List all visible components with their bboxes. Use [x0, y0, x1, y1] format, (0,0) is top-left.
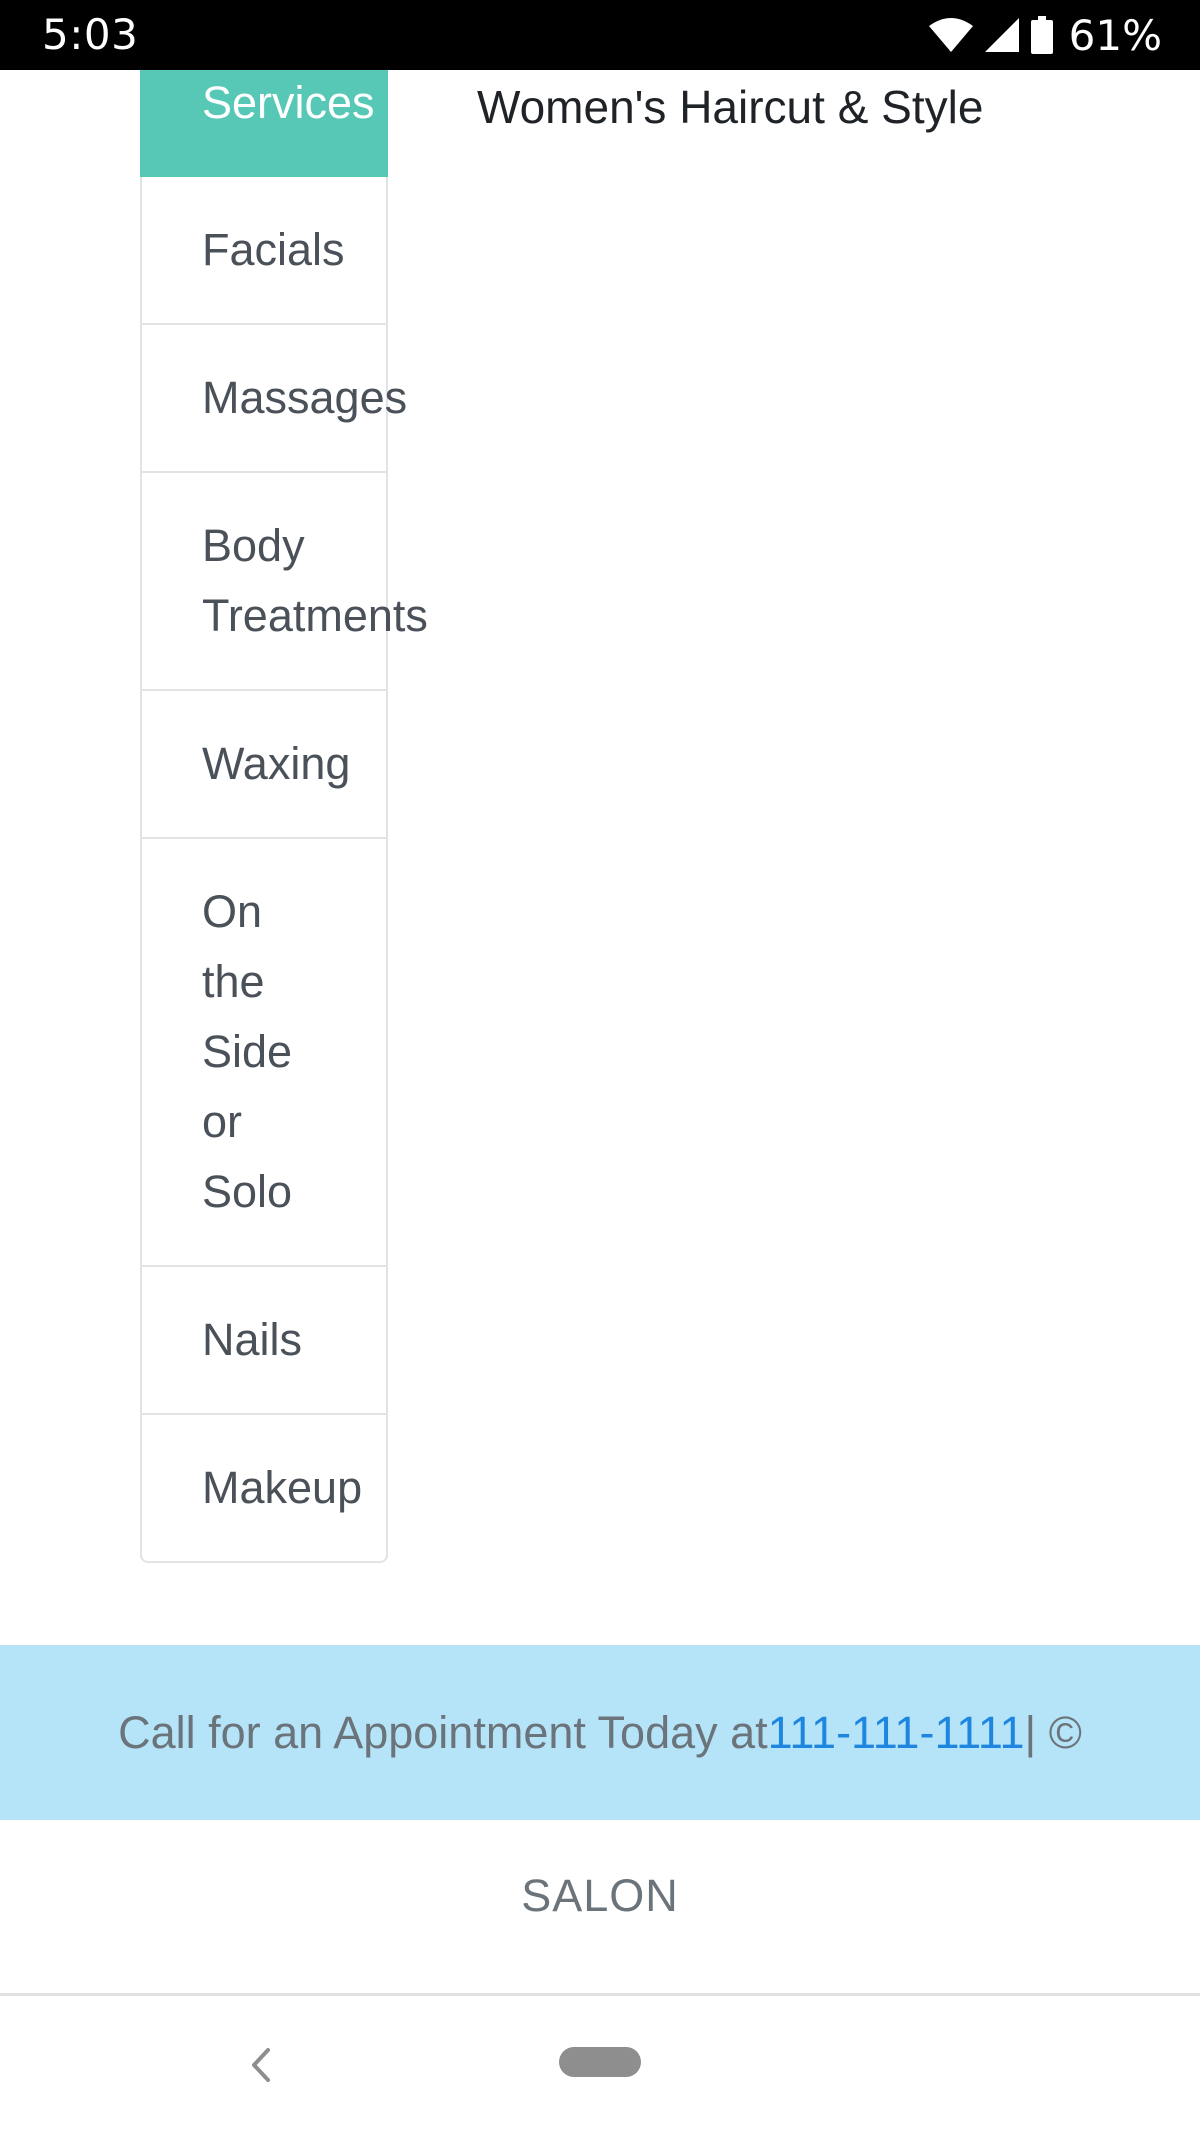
status-time: 5:03: [42, 10, 139, 59]
menu-item-label: Services: [202, 77, 375, 128]
menu-item-label: Nails: [202, 1314, 303, 1365]
appointment-text: Call for an Appointment Today at: [118, 1706, 768, 1758]
menu-item-label-line: On: [202, 886, 263, 937]
menu-item-label: Facials: [202, 224, 345, 275]
menu-item-label-line: Solo: [202, 1166, 293, 1217]
menu-item-label: Makeup: [202, 1462, 363, 1513]
menu-item-massages[interactable]: Massages: [140, 325, 407, 473]
menu-item-makeup[interactable]: Makeup: [140, 1415, 388, 1563]
services-menu: Services Facials Massages Body Treatment…: [140, 70, 428, 1563]
service-title: Women's Haircut & Style: [477, 81, 984, 133]
status-icons: 61%: [928, 10, 1162, 60]
cellular-signal-icon: [984, 18, 1019, 52]
menu-item-on-the-side-or-solo[interactable]: On the Side or Solo: [140, 839, 388, 1267]
menu-item-facials[interactable]: Facials: [140, 177, 388, 325]
menu-item-services[interactable]: Services: [140, 70, 388, 177]
appointment-banner: Call for an Appointment Today at 111-111…: [0, 1645, 1200, 1820]
wifi-icon: [928, 18, 973, 52]
menu-item-label-line: the: [202, 956, 265, 1007]
menu-item-label-line: Treatments: [202, 590, 428, 641]
battery-icon: [1030, 16, 1053, 54]
status-bar: 5:03 61%: [0, 0, 1200, 70]
menu-item-nails[interactable]: Nails: [140, 1267, 388, 1415]
menu-item-label-line: or: [202, 1096, 243, 1147]
copyright-text: | ©: [1024, 1706, 1082, 1758]
menu-item-body-treatments[interactable]: Body Treatments: [140, 473, 428, 691]
back-chevron-icon[interactable]: [240, 2040, 280, 2090]
phone-link[interactable]: 111-111-1111: [768, 1707, 1025, 1759]
menu-item-waxing[interactable]: Waxing: [140, 691, 388, 839]
menu-item-label: Massages: [202, 372, 408, 423]
divider: [0, 1993, 1200, 1996]
menu-item-label-line: Side: [202, 1026, 293, 1077]
battery-percent: 61%: [1068, 10, 1162, 60]
menu-item-label: Waxing: [202, 738, 351, 789]
menu-item-label-line: Body: [202, 520, 305, 571]
home-pill-icon[interactable]: [559, 2047, 641, 2077]
brand-name: SALON: [521, 1870, 679, 1921]
